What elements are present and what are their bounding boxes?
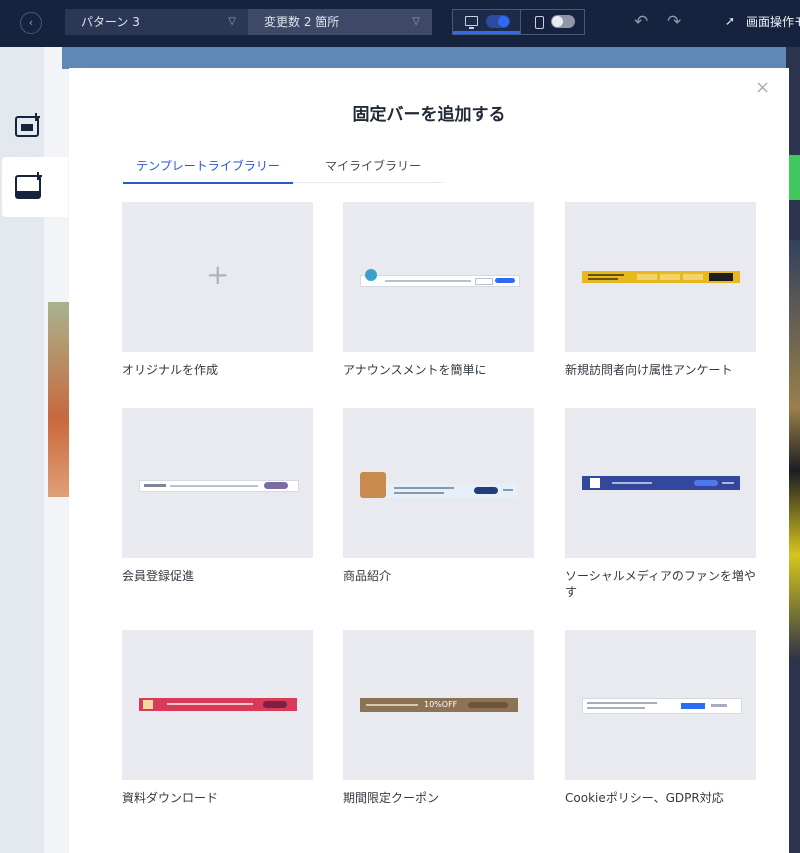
tab-template-library[interactable]: テンプレートライブラリー xyxy=(123,156,293,184)
template-thumbnail[interactable] xyxy=(122,408,313,558)
redo-icon[interactable]: ↷ xyxy=(667,12,681,32)
template-label: 商品紹介 xyxy=(343,569,392,583)
template-label: 新規訪問者向け属性アンケート xyxy=(565,363,733,377)
library-tabs: テンプレートライブラリー マイライブラリー xyxy=(123,156,443,184)
template-thumbnail[interactable]: 10%OFF xyxy=(343,630,534,780)
modal-title: 固定バーを追加する xyxy=(352,105,506,125)
fixed-bar-preview xyxy=(582,476,740,490)
desktop-toggle[interactable] xyxy=(453,10,520,34)
pointer-icon[interactable]: ➚ xyxy=(725,14,735,28)
chevron-down-icon: ▽ xyxy=(412,16,420,27)
mobile-switch[interactable] xyxy=(551,15,575,28)
page-preview-header xyxy=(62,47,800,69)
template-thumbnail[interactable] xyxy=(565,630,756,780)
template-thumbnail[interactable] xyxy=(565,202,756,352)
variable-count-select[interactable]: 変更数 2 箇所 ▽ xyxy=(248,9,432,35)
fixed-bar-preview xyxy=(582,271,740,283)
page-preview-image xyxy=(48,302,70,497)
undo-icon[interactable]: ↶ xyxy=(634,12,648,32)
add-fixed-bar-modal: × 固定バーを追加する テンプレートライブラリー マイライブラリー + オリジナ… xyxy=(69,68,789,853)
fixed-bar-preview xyxy=(139,480,299,492)
tab-my-library[interactable]: マイライブラリー xyxy=(308,156,438,182)
template-label: 期間限定クーポン xyxy=(343,791,440,805)
chevron-down-icon: ▽ xyxy=(228,16,236,27)
template-thumbnail[interactable] xyxy=(122,630,313,780)
template-label: 資料ダウンロード xyxy=(122,791,219,805)
template-label: アナウンスメントを簡単に xyxy=(343,363,487,377)
screen-operation-mode-label[interactable]: 画面操作モ xyxy=(746,13,800,30)
top-toolbar: ‹ パターン 3 ▽ 変更数 2 箇所 ▽ ↶ ↷ ➚ 画面操作モ xyxy=(0,0,800,47)
plus-icon: + xyxy=(206,258,230,291)
template-label: Cookieポリシー、GDPR対応 xyxy=(565,791,724,805)
template-thumbnail[interactable]: + xyxy=(122,202,313,352)
fixed-bar-preview: 10%OFF xyxy=(360,698,518,712)
pattern-select-value: パターン 3 xyxy=(81,15,140,29)
device-toggle-group xyxy=(452,9,585,35)
desktop-switch[interactable] xyxy=(486,15,510,28)
template-label: ソーシャルメディアのファンを増やす xyxy=(565,569,756,599)
template-label: 会員登録促進 xyxy=(122,569,195,583)
fixed-bar-preview xyxy=(360,472,518,498)
smartphone-icon xyxy=(535,16,544,29)
template-thumbnail[interactable] xyxy=(343,202,534,352)
fixed-bar-preview xyxy=(139,698,297,711)
monitor-icon xyxy=(465,16,478,29)
add-fixed-bar-icon xyxy=(15,172,42,199)
mobile-toggle[interactable] xyxy=(520,10,584,34)
fixed-bar-preview xyxy=(582,698,742,714)
template-thumbnail[interactable] xyxy=(343,408,534,558)
variable-count-value: 変更数 2 箇所 xyxy=(264,15,340,29)
add-fixed-bar-button[interactable] xyxy=(2,157,68,217)
coupon-preview-text: 10%OFF xyxy=(424,700,458,709)
template-thumbnail[interactable] xyxy=(565,408,756,558)
pattern-select[interactable]: パターン 3 ▽ xyxy=(65,9,248,35)
back-arrow-icon[interactable]: ‹ xyxy=(20,12,42,34)
add-popup-icon[interactable] xyxy=(14,112,42,140)
fixed-bar-preview xyxy=(360,269,520,287)
close-icon[interactable]: × xyxy=(755,76,770,100)
template-label: オリジナルを作成 xyxy=(122,363,219,377)
